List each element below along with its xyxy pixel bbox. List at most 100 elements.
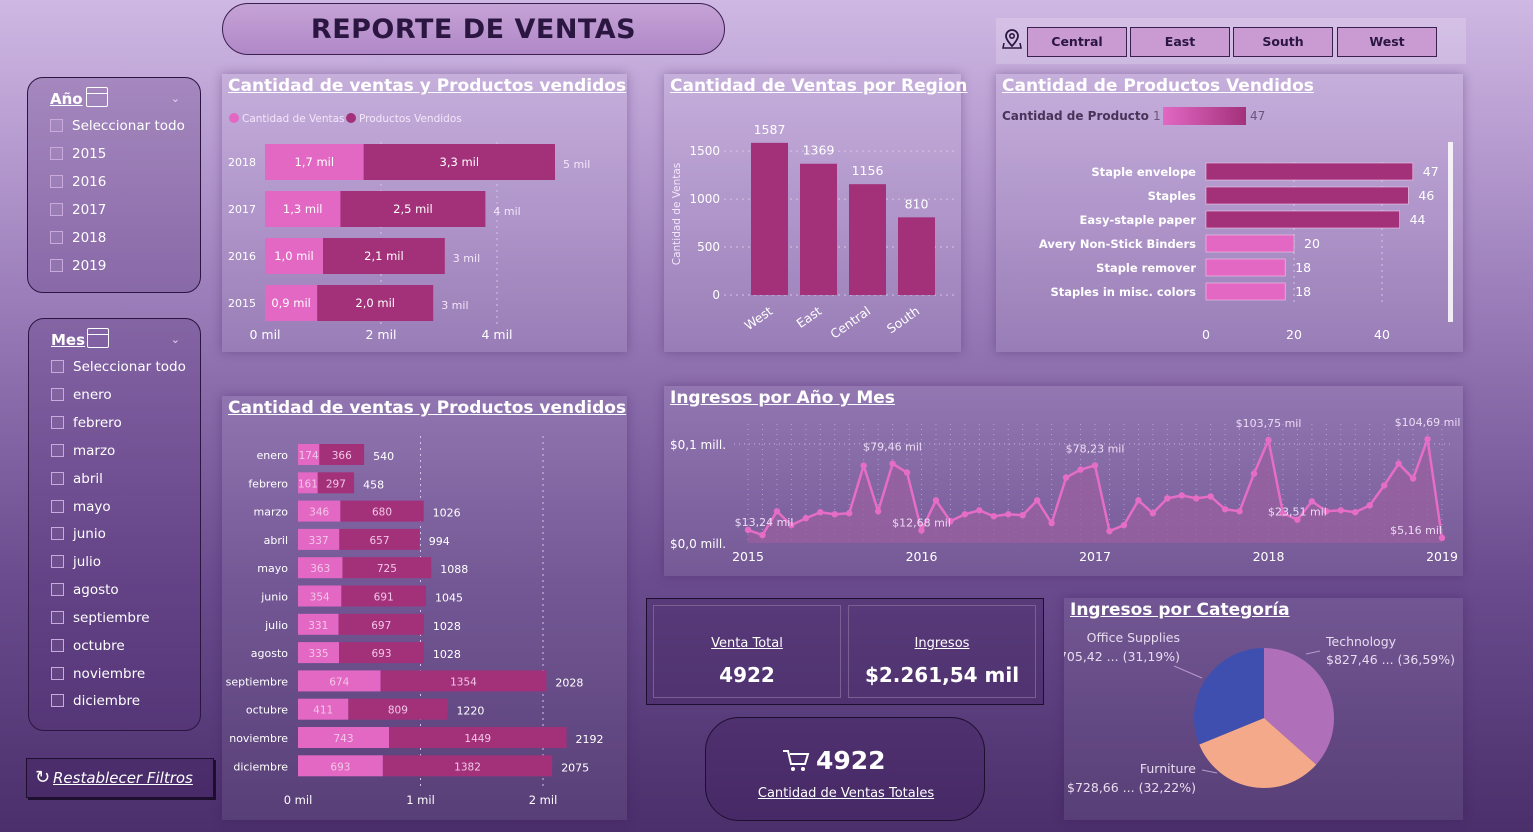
year-option-all[interactable]: Seleccionar todo (50, 118, 185, 134)
checkbox[interactable] (51, 583, 64, 596)
data-point[interactable] (874, 508, 882, 515)
region-button-central[interactable]: Central (1027, 27, 1127, 57)
region-button-east[interactable]: East (1130, 27, 1230, 57)
legend-label: Productos Vendidos (359, 113, 462, 125)
checkbox[interactable] (50, 119, 63, 132)
data-point[interactable] (903, 469, 911, 476)
region-bar[interactable] (800, 163, 837, 295)
data-point[interactable] (1135, 497, 1142, 504)
checkbox[interactable] (51, 388, 64, 401)
year-option-2016[interactable]: 2016 (50, 174, 106, 190)
data-point[interactable] (1019, 512, 1026, 519)
data-point[interactable] (1250, 470, 1258, 477)
month-option-all[interactable]: Seleccionar todo (51, 359, 186, 375)
data-point[interactable] (1337, 507, 1344, 514)
month-option[interactable]: agosto (51, 582, 119, 598)
data-point[interactable] (1409, 475, 1417, 482)
checkbox[interactable] (50, 203, 63, 216)
checkbox[interactable] (51, 639, 64, 652)
reset-filters-button[interactable]: ↻ Restablecer Filtros (26, 758, 214, 798)
data-point[interactable] (1236, 508, 1243, 515)
data-point[interactable] (1033, 497, 1041, 504)
data-point[interactable] (1048, 519, 1055, 527)
checkbox[interactable] (51, 555, 64, 568)
chevron-down-icon[interactable]: ⌄ (171, 92, 180, 105)
data-point[interactable] (889, 460, 896, 467)
product-bar[interactable] (1205, 210, 1400, 229)
month-option[interactable]: junio (51, 526, 106, 542)
region-button-south[interactable]: South (1233, 27, 1333, 57)
checkbox[interactable] (50, 259, 63, 272)
month-option[interactable]: noviembre (51, 666, 145, 682)
product-bar[interactable] (1205, 162, 1414, 181)
region-button-west[interactable]: West (1337, 27, 1437, 57)
data-point[interactable] (1366, 502, 1373, 509)
month-option[interactable]: septiembre (51, 610, 150, 626)
data-point[interactable] (1164, 495, 1171, 502)
checkbox[interactable] (51, 444, 64, 457)
month-option[interactable]: marzo (51, 443, 115, 459)
product-bar[interactable] (1205, 258, 1286, 277)
data-point[interactable] (1178, 492, 1185, 499)
data-point[interactable] (846, 510, 853, 517)
region-bar[interactable] (849, 184, 886, 295)
data-point[interactable] (802, 515, 810, 522)
data-point[interactable] (1091, 462, 1099, 469)
data-point[interactable] (1106, 527, 1113, 535)
checkbox[interactable] (51, 611, 64, 624)
year-option-2019[interactable]: 2019 (50, 258, 106, 274)
checkbox[interactable] (50, 231, 63, 244)
checkbox[interactable] (51, 694, 64, 707)
month-option[interactable]: enero (51, 387, 112, 403)
year-option-2015[interactable]: 2015 (50, 146, 106, 162)
checkbox[interactable] (51, 500, 64, 513)
data-point[interactable] (1265, 436, 1272, 444)
data-point[interactable] (1221, 506, 1229, 513)
data-point[interactable] (831, 511, 838, 518)
x-tick-label: 0 (1202, 327, 1210, 342)
data-point[interactable] (1120, 521, 1128, 529)
data-point[interactable] (1207, 493, 1214, 500)
chevron-down-icon[interactable]: ⌄ (171, 333, 180, 346)
region-bar[interactable] (751, 142, 788, 295)
data-point[interactable] (817, 509, 824, 516)
month-option[interactable]: mayo (51, 499, 111, 515)
month-option[interactable]: abril (51, 471, 103, 487)
month-option[interactable]: diciembre (51, 693, 140, 709)
product-bar[interactable] (1205, 234, 1295, 253)
data-point[interactable] (1395, 460, 1402, 467)
year-option-2018[interactable]: 2018 (50, 230, 106, 246)
data-point[interactable] (1062, 474, 1070, 481)
checkbox[interactable] (51, 360, 64, 373)
checkbox[interactable] (50, 147, 63, 160)
data-point[interactable] (759, 531, 766, 539)
data-point[interactable] (1308, 498, 1316, 505)
month-option[interactable]: febrero (51, 415, 122, 431)
data-point[interactable] (990, 513, 997, 520)
data-point[interactable] (860, 462, 867, 469)
data-label: 1,3 mil (283, 202, 323, 216)
data-point[interactable] (1424, 435, 1431, 443)
month-option[interactable]: julio (51, 554, 101, 570)
data-point[interactable] (1193, 495, 1200, 502)
data-point[interactable] (932, 497, 940, 504)
month-option[interactable]: octubre (51, 638, 125, 654)
region-bar[interactable] (898, 217, 935, 295)
data-point[interactable] (1149, 510, 1157, 517)
checkbox[interactable] (50, 175, 63, 188)
checkbox[interactable] (51, 527, 64, 540)
scrollbar[interactable] (1448, 142, 1453, 322)
data-point[interactable] (976, 507, 983, 514)
checkbox[interactable] (51, 667, 64, 680)
product-bar[interactable] (1205, 186, 1409, 205)
data-point[interactable] (773, 508, 781, 515)
data-point[interactable] (1005, 511, 1012, 518)
data-point[interactable] (1077, 466, 1084, 473)
data-point[interactable] (1380, 482, 1388, 489)
data-point[interactable] (961, 511, 969, 518)
checkbox[interactable] (51, 416, 64, 429)
checkbox[interactable] (51, 472, 64, 485)
year-option-2017[interactable]: 2017 (50, 202, 106, 218)
product-bar[interactable] (1205, 282, 1286, 301)
data-point[interactable] (1352, 509, 1359, 516)
